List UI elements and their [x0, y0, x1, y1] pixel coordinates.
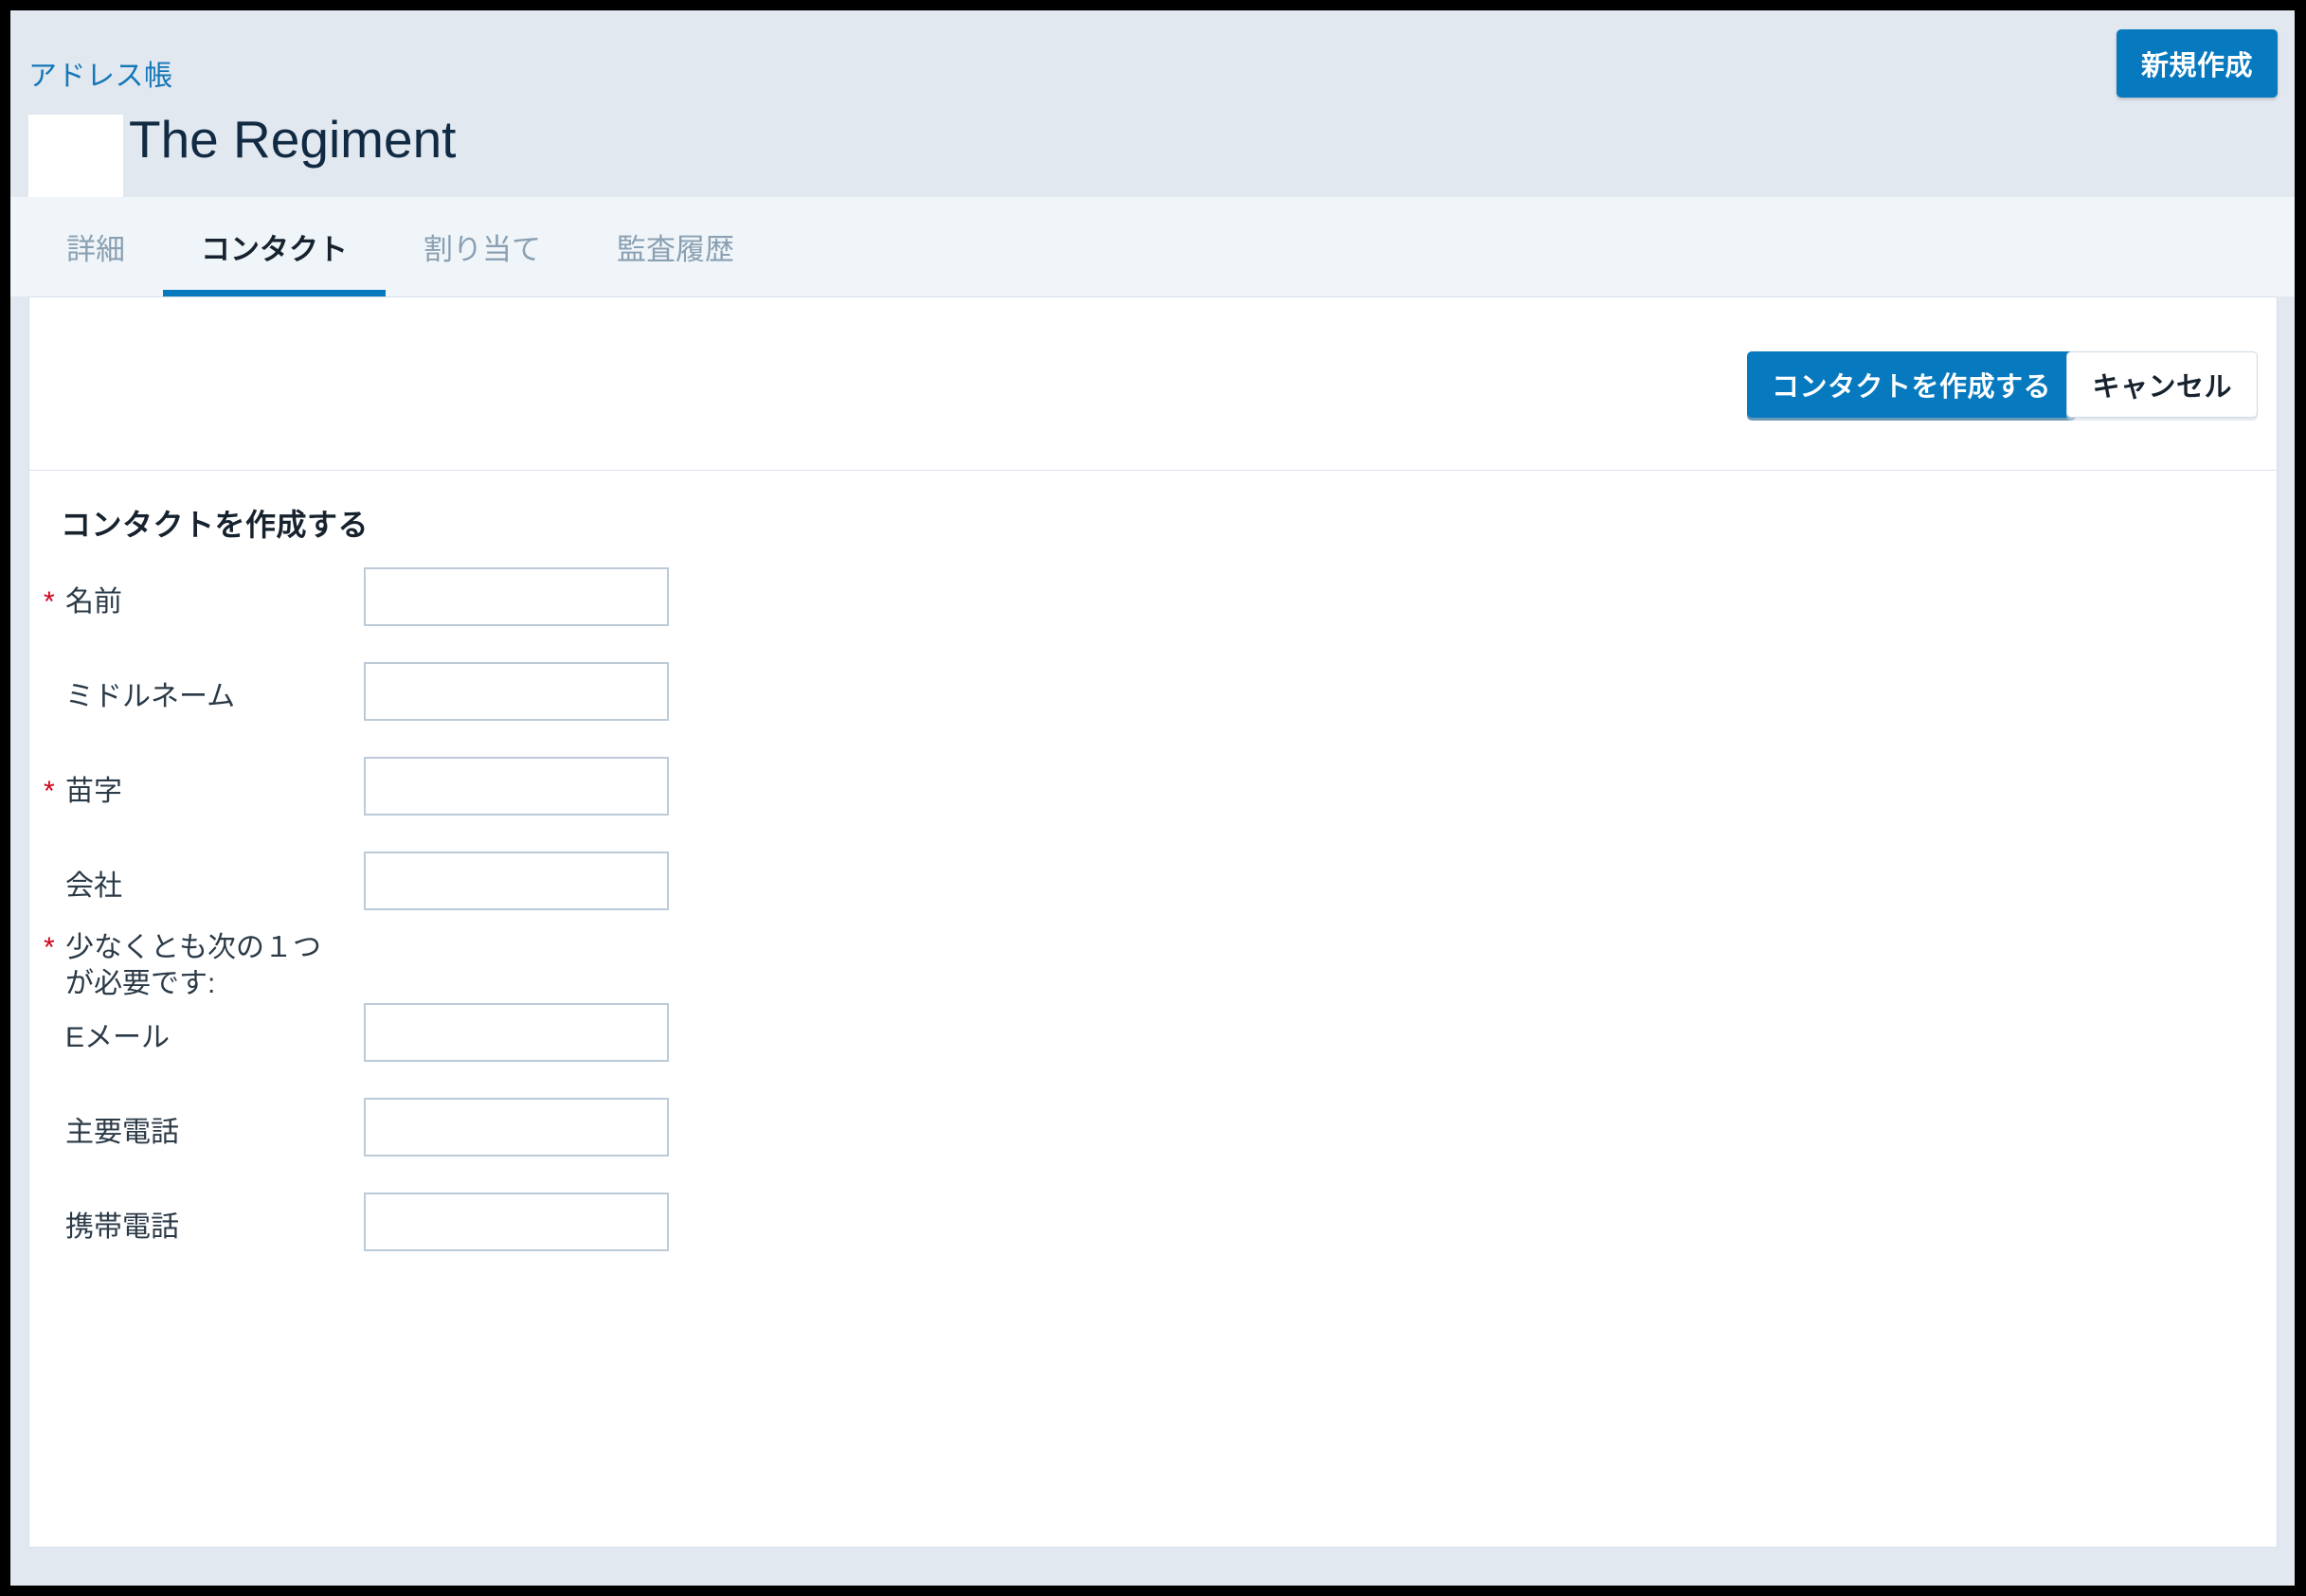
- input-mobile-phone[interactable]: [364, 1193, 669, 1251]
- input-company[interactable]: [364, 852, 669, 910]
- label-text-at-least-one: 少なくとも次の１つが必要です:: [65, 932, 321, 999]
- input-primary-phone[interactable]: [364, 1098, 669, 1157]
- row-spacer: [29, 1080, 2277, 1098]
- row-spacer: [29, 834, 2277, 852]
- field-row-email: Eメール: [29, 1003, 2277, 1080]
- tab-assignment[interactable]: 割り当て: [386, 197, 579, 296]
- row-spacer: [29, 739, 2277, 757]
- record-header: アドレス帳 新規作成 The Regiment: [10, 10, 2295, 206]
- label-text-lastname: 苗字: [65, 776, 122, 807]
- tab-strip: 詳細 コンタクト 割り当て 監査履歴: [28, 197, 772, 296]
- tab-bar: 詳細 コンタクト 割り当て 監査履歴: [10, 197, 2295, 296]
- field-row-primary-phone: 主要電話: [29, 1098, 2277, 1175]
- label-email: Eメール: [65, 1020, 350, 1056]
- label-text-firstname: 名前: [65, 586, 122, 618]
- label-at-least-one-required: * 少なくとも次の１つが必要です:: [44, 930, 321, 1002]
- label-firstname: * 名前: [44, 584, 350, 620]
- label-text-company: 会社: [65, 870, 122, 902]
- required-marker-at-least-one: *: [44, 932, 55, 963]
- content-card: コンタクトを作成する キャンセル コンタクトを作成する * 名前 ミドルネーム …: [28, 296, 2278, 1548]
- row-spacer: [29, 644, 2277, 662]
- required-marker-firstname: *: [44, 586, 55, 618]
- input-middlename[interactable]: [364, 662, 669, 721]
- page-title: The Regiment: [129, 110, 457, 169]
- label-mobile-phone: 携帯電話: [65, 1210, 350, 1246]
- field-row-middlename: ミドルネーム: [29, 662, 2277, 739]
- field-row-company: 会社: [29, 852, 2277, 928]
- label-text-email: Eメール: [65, 1022, 171, 1053]
- record-logo-image: [28, 115, 123, 206]
- label-text-middlename: ミドルネーム: [65, 681, 236, 712]
- tab-audit-log[interactable]: 監査履歴: [579, 197, 772, 296]
- input-lastname[interactable]: [364, 757, 669, 816]
- input-firstname[interactable]: [364, 567, 669, 626]
- row-spacer: [29, 985, 2277, 1003]
- tab-contacts[interactable]: コンタクト: [163, 197, 386, 296]
- label-text-mobile-phone: 携帯電話: [65, 1211, 179, 1243]
- form-field-list: * 名前 ミドルネーム * 苗字 会社 * 少なくとも次の１つが必要です: Eメ…: [29, 567, 2277, 1269]
- input-email[interactable]: [364, 1003, 669, 1062]
- new-record-button[interactable]: 新規作成: [2116, 29, 2278, 98]
- cancel-button[interactable]: キャンセル: [2066, 351, 2258, 418]
- label-middlename: ミドルネーム: [65, 679, 350, 715]
- label-company: 会社: [65, 869, 350, 905]
- form-action-bar: コンタクトを作成する キャンセル: [29, 297, 2277, 471]
- label-text-primary-phone: 主要電話: [65, 1117, 179, 1148]
- field-row-mobile-phone: 携帯電話: [29, 1193, 2277, 1269]
- required-marker-lastname: *: [44, 776, 55, 807]
- tab-details[interactable]: 詳細: [28, 197, 163, 296]
- field-row-lastname: * 苗字: [29, 757, 2277, 834]
- breadcrumb-address-book[interactable]: アドレス帳: [28, 63, 173, 91]
- label-lastname: * 苗字: [44, 774, 350, 810]
- app-viewport: アドレス帳 新規作成 The Regiment 詳細 コンタクト 割り当て 監査…: [10, 10, 2295, 1586]
- field-row-firstname: * 名前: [29, 567, 2277, 644]
- label-primary-phone: 主要電話: [65, 1115, 350, 1151]
- create-contact-button[interactable]: コンタクトを作成する: [1746, 351, 2076, 418]
- field-row-at-least-one-required: * 少なくとも次の１つが必要です:: [29, 928, 2277, 999]
- form-heading: コンタクトを作成する: [61, 508, 369, 542]
- row-spacer: [29, 1175, 2277, 1193]
